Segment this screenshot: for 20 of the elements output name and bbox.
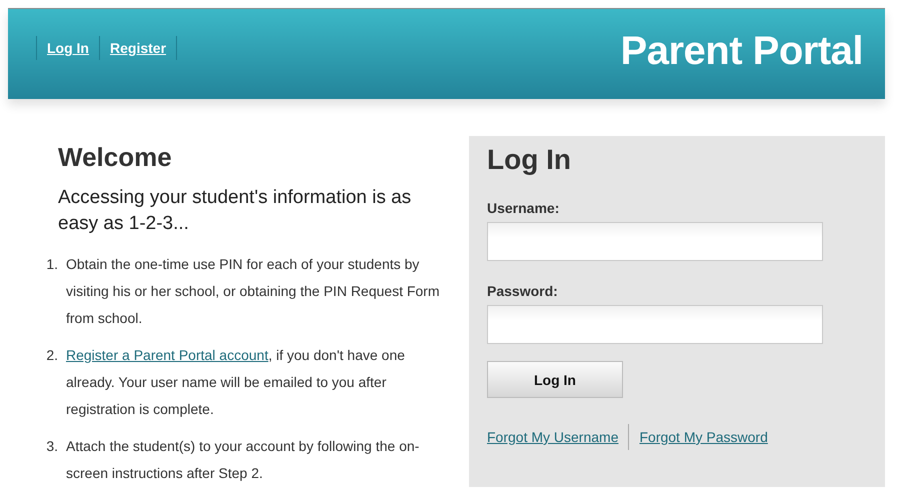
step-number: 2. bbox=[45, 346, 58, 365]
field-label: Username: bbox=[487, 200, 560, 216]
step-number: 3. bbox=[45, 437, 58, 456]
nav-link[interactable]: Register bbox=[99, 36, 178, 60]
forgot-link[interactable]: Forgot My Password bbox=[629, 424, 778, 450]
step-text: Attach the student(s) to your account by following the on-screen instructions after Step 2. bbox=[66, 437, 420, 483]
register-link[interactable]: Register a Parent Portal account bbox=[66, 347, 268, 363]
field-label: Password: bbox=[487, 283, 559, 299]
intro-text: Accessing your student's information is as easy as 1-2-3... bbox=[58, 186, 412, 236]
nav-link[interactable]: Log In bbox=[36, 36, 99, 60]
step-number: 1. bbox=[45, 255, 58, 274]
step-text: Obtain the one-time use PIN for each of your students by visiting his or her school, or obtaining the PIN Request Form from school. bbox=[66, 255, 441, 328]
login-heading: Log In bbox=[487, 144, 572, 176]
step-text: Register a Parent Portal account, if you don't have one already. Your user name will be emailed to you after registration is complete. bbox=[66, 346, 406, 419]
login-button[interactable]: Log In bbox=[487, 361, 623, 398]
welcome-heading: Welcome bbox=[58, 142, 173, 173]
input-field[interactable] bbox=[487, 305, 823, 344]
forgot-link[interactable]: Forgot My Username bbox=[487, 424, 630, 450]
site-title: Parent Portal bbox=[620, 29, 863, 74]
input-field[interactable] bbox=[487, 222, 823, 261]
